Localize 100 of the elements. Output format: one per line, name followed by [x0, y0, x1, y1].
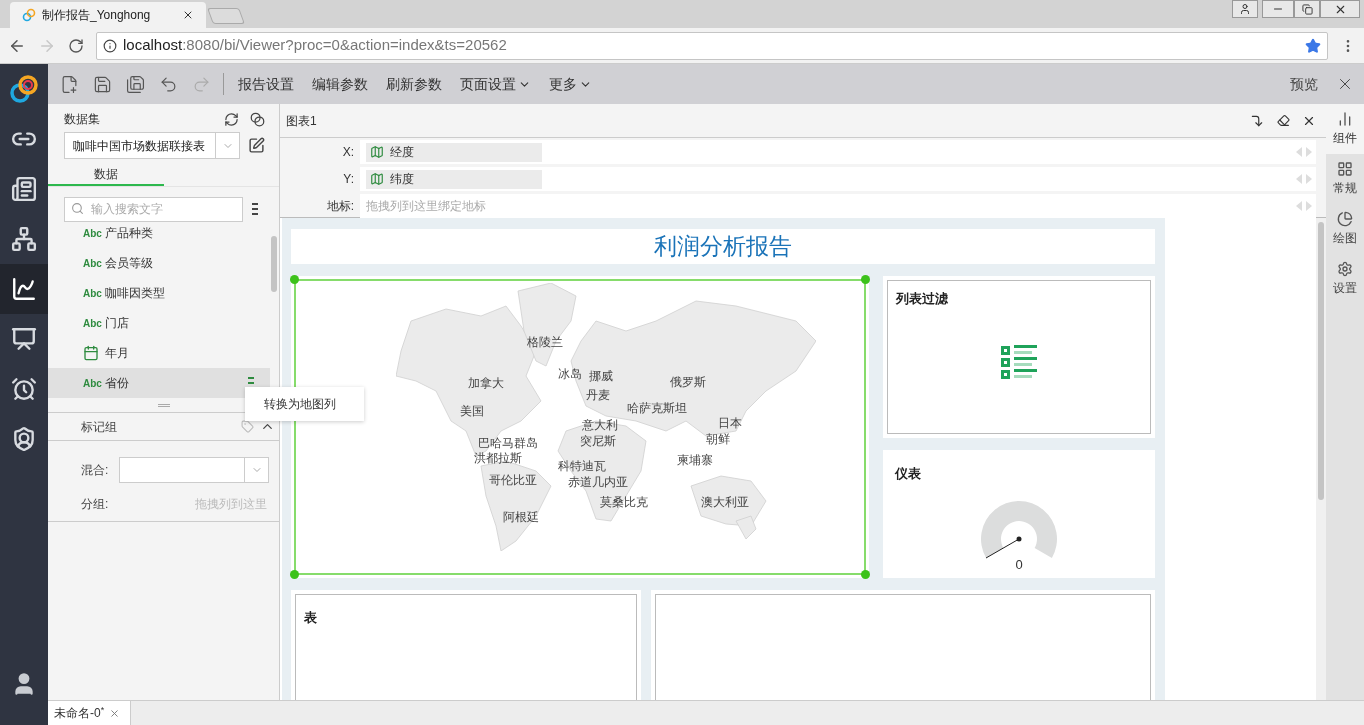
- refresh-icon[interactable]: [224, 111, 239, 127]
- panel-title: 数据集: [64, 111, 100, 128]
- bar-chart-icon: [1337, 111, 1353, 127]
- toolbar-menu[interactable]: 报告设置: [238, 73, 294, 95]
- report-title: 利润分析报告: [654, 232, 792, 261]
- card-icon: [11, 176, 37, 202]
- side-tab[interactable]: 绘图: [1326, 204, 1364, 254]
- section-title: 标记组: [81, 418, 117, 436]
- dataset-select[interactable]: 咖啡中国市场数据联接表: [64, 132, 240, 159]
- country-label: 澳大利亚: [701, 493, 749, 511]
- field-item[interactable]: Abc 省份: [48, 368, 270, 398]
- panel-tab[interactable]: 数据: [48, 163, 164, 186]
- chart-icon: [11, 276, 37, 302]
- scrollbar-thumb[interactable]: [271, 236, 277, 292]
- shield-icon: [11, 426, 37, 452]
- resize-handle[interactable]: [157, 403, 170, 407]
- network-icon: [11, 226, 37, 252]
- field-name: 省份: [105, 375, 129, 392]
- field-name: 产品种类: [105, 225, 153, 242]
- new-report-icon[interactable]: [60, 74, 79, 94]
- close-window-button[interactable]: [1320, 0, 1360, 18]
- resize-handle[interactable]: [861, 274, 870, 284]
- resize-handle[interactable]: [290, 569, 299, 579]
- search-icon: [71, 202, 84, 215]
- presentation-icon: [11, 326, 37, 352]
- field-name: 年月: [105, 345, 129, 362]
- info-icon: [103, 38, 117, 53]
- toolbar-menu[interactable]: 更多: [549, 73, 592, 95]
- resize-handle[interactable]: [861, 569, 870, 579]
- resize-handle[interactable]: [290, 274, 299, 284]
- restore-icon: [1301, 3, 1313, 15]
- country-label: 巴哈马群岛: [478, 434, 538, 452]
- reload-icon[interactable]: [68, 37, 84, 54]
- field-label: 分组:: [81, 496, 109, 513]
- scrollbar-thumb[interactable]: [1318, 222, 1324, 500]
- country-label: 朝鲜: [706, 430, 730, 448]
- chart-title: 图表1: [286, 112, 317, 130]
- profile-button[interactable]: [1232, 0, 1258, 18]
- field-chip[interactable]: 经度: [366, 142, 542, 162]
- save-icon[interactable]: [93, 74, 112, 94]
- side-tab[interactable]: 设置: [1326, 254, 1364, 304]
- map-icon: [370, 172, 384, 186]
- binding-field[interactable]: 纬度: [360, 167, 1316, 191]
- bookmark-star-icon[interactable]: [1305, 37, 1321, 54]
- document-tab[interactable]: 未命名-0$^{*}$: [48, 701, 131, 725]
- component-title: 仪表: [895, 464, 922, 483]
- browser-tab[interactable]: 制作报告_Yonghong: [10, 2, 206, 28]
- tab-title: 制作报告_Yonghong: [42, 7, 152, 24]
- field-item[interactable]: Abc 咖啡因类型: [48, 278, 270, 308]
- country-label: 俄罗斯: [670, 373, 706, 391]
- field-name: 门店: [105, 315, 129, 332]
- field-item[interactable]: Abc 门店: [48, 308, 270, 338]
- country-label: 意大利: [582, 416, 618, 434]
- gauge-value: 0: [1015, 556, 1023, 574]
- swap-icon[interactable]: [1250, 113, 1264, 128]
- country-label: 格陵兰: [527, 333, 563, 351]
- menu-icon[interactable]: [252, 202, 258, 215]
- toolbar-menu[interactable]: 页面设置: [460, 73, 531, 95]
- save-as-icon[interactable]: [126, 74, 145, 94]
- country-label: 赤道几内亚: [568, 473, 628, 491]
- country-label: 突尼斯: [580, 432, 616, 450]
- component-title: 列表过滤: [896, 289, 949, 308]
- toolbar-menu[interactable]: 刷新参数: [386, 73, 442, 95]
- binding-label: Y:: [342, 171, 355, 188]
- app-logo: [9, 74, 39, 104]
- country-label: 洪都拉斯: [474, 449, 522, 467]
- country-label: 哈萨克斯坦: [627, 399, 687, 417]
- field-name: 会员等级: [105, 255, 153, 272]
- map-icon: [370, 145, 384, 159]
- country-label: 日本: [718, 414, 742, 432]
- address-field[interactable]: localhost:8080/bi/Viewer?proc=0&action=index&ts=20562: [96, 31, 1328, 60]
- preview-button[interactable]: 预览: [1290, 73, 1318, 95]
- edit-icon[interactable]: [248, 137, 265, 154]
- field-chip[interactable]: 纬度: [366, 169, 542, 189]
- country-label: 阿根廷: [503, 508, 539, 526]
- country-label: 丹麦: [586, 386, 610, 404]
- binding-field[interactable]: 经度: [360, 140, 1316, 164]
- field-name: 咖啡因类型: [105, 285, 165, 302]
- eraser-icon[interactable]: [1277, 114, 1290, 127]
- country-label: 挪威: [589, 367, 613, 385]
- country-label: 冰岛: [558, 365, 582, 383]
- alarm-icon: [11, 376, 37, 402]
- settings-icon: [1337, 261, 1353, 277]
- restore-button[interactable]: [1294, 0, 1320, 18]
- side-tab[interactable]: 常规: [1326, 154, 1364, 204]
- toolbar-menu[interactable]: 编辑参数: [312, 73, 368, 95]
- field-item[interactable]: Abc 会员等级: [48, 248, 270, 278]
- grid-icon: [1337, 161, 1353, 177]
- country-label: 哥伦比亚: [489, 471, 537, 489]
- search-field[interactable]: 输入搜索文字: [64, 196, 243, 222]
- field-label: 混合:: [81, 462, 110, 479]
- join-icon[interactable]: [250, 111, 265, 127]
- field-item[interactable]: 年月: [48, 338, 270, 368]
- url-text: localhost:8080/bi/Viewer?proc=0&action=index&ts=20562: [123, 35, 507, 56]
- close-icon[interactable]: [182, 9, 194, 21]
- country-label: 莫桑比克: [600, 493, 648, 511]
- side-tab[interactable]: 组件: [1326, 104, 1364, 154]
- user-icon: [1239, 3, 1251, 15]
- site-icon: [22, 8, 36, 22]
- pie-chart-icon: [1337, 211, 1353, 227]
